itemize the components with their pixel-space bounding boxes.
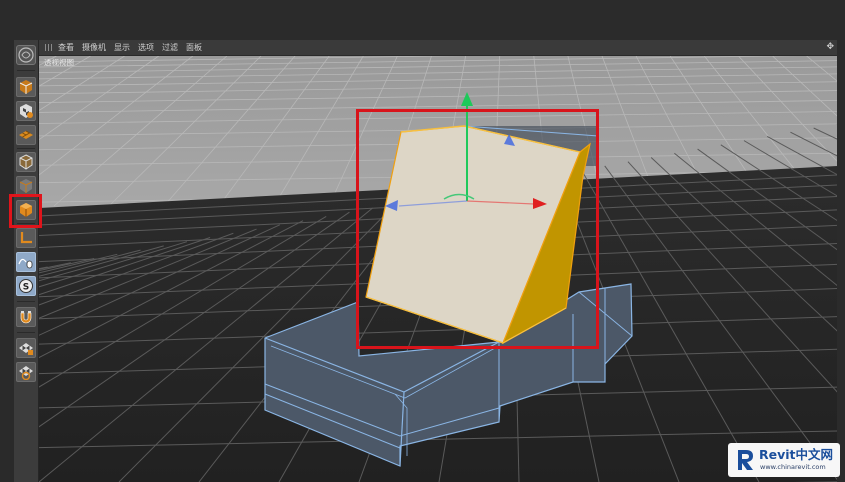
checker-plane-tool-icon[interactable] [16,125,36,145]
watermark: Revit中文网 www.chinarevit.com [728,443,840,477]
viewport-menubar: 查看 摄像机 显示 选项 过滤 面板 ✥ [39,40,837,56]
watermark-url: www.chinarevit.com [760,463,826,471]
axis-tool-icon[interactable] [16,228,36,248]
toolbar-separator [17,332,35,333]
svg-text:S: S [23,283,29,293]
checker-target-tool-icon[interactable] [16,362,36,382]
top-bar [0,0,845,40]
cinema4d-logo-icon[interactable] [16,45,36,65]
viewport-move-icon[interactable]: ✥ [826,42,834,52]
cube-tool-icon[interactable] [16,77,36,97]
magnet-tool-icon[interactable] [16,307,36,327]
toolbar-separator [17,148,35,149]
left-toolbar: S [14,40,39,482]
viewport-name-label[interactable]: 透视视图 [44,58,74,68]
revit-logo-icon [738,450,753,470]
cube-gray-tool-icon[interactable] [16,176,36,196]
spline-mouse-tool-icon[interactable] [16,252,36,272]
menu-camera[interactable]: 摄像机 [82,40,106,55]
toolbar-separator [17,301,35,302]
right-panel-edge [837,40,845,482]
tool-highlight-box [9,194,42,228]
watermark-brand: Revit中文网 [759,447,834,462]
menu-options[interactable]: 选项 [138,40,154,55]
checker-lock-tool-icon[interactable] [16,338,36,358]
selection-highlight-box [356,109,599,349]
left-panel-edge [0,40,14,482]
s-circle-tool-icon[interactable]: S [16,276,36,296]
menubar-grip-icon[interactable] [45,44,53,51]
checker-cube-tool-icon[interactable] [16,101,36,121]
menu-panel[interactable]: 面板 [186,40,202,55]
cube-outline-tool-icon[interactable] [16,152,36,172]
menu-display[interactable]: 显示 [114,40,130,55]
menu-view[interactable]: 查看 [58,40,74,55]
menu-filter[interactable]: 过滤 [162,40,178,55]
toolbar-separator [17,70,35,71]
